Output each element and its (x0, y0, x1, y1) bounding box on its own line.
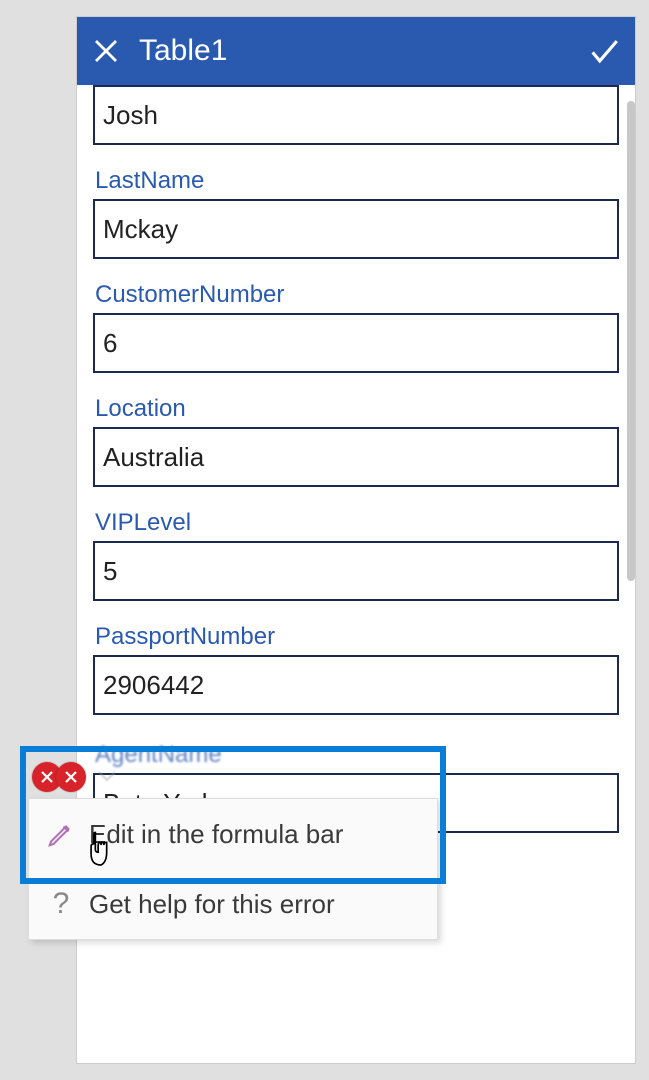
menu-get-help[interactable]: ? Get help for this error (29, 869, 437, 939)
field-firstname (93, 85, 619, 145)
viplevel-input[interactable] (93, 541, 619, 601)
firstname-input[interactable] (93, 85, 619, 145)
error-badge-icon[interactable] (56, 762, 86, 792)
close-icon[interactable] (91, 36, 121, 66)
field-passportnumber: PassportNumber (93, 623, 619, 715)
passportnumber-input[interactable] (93, 655, 619, 715)
error-context-menu: Edit in the formula bar ? Get help for t… (28, 798, 438, 940)
field-location: Location (93, 395, 619, 487)
pencil-icon (43, 819, 79, 849)
location-input[interactable] (93, 427, 619, 487)
customernumber-input[interactable] (93, 313, 619, 373)
header-bar: Table1 (77, 17, 635, 85)
menu-edit-formula-label: Edit in the formula bar (89, 819, 343, 850)
header-title: Table1 (139, 34, 587, 68)
scrollbar-thumb[interactable] (627, 101, 635, 581)
question-icon: ? (43, 889, 79, 919)
viplevel-label: VIPLevel (93, 509, 619, 537)
field-customernumber: CustomerNumber (93, 281, 619, 373)
chevron-down-icon (96, 768, 118, 784)
check-icon[interactable] (587, 34, 621, 68)
error-badges (32, 762, 80, 792)
lastname-label: LastName (93, 167, 619, 195)
menu-get-help-label: Get help for this error (89, 889, 335, 920)
location-label: Location (93, 395, 619, 423)
field-viplevel: VIPLevel (93, 509, 619, 601)
menu-edit-formula[interactable]: Edit in the formula bar (29, 799, 437, 869)
field-lastname: LastName (93, 167, 619, 259)
customernumber-label: CustomerNumber (93, 281, 619, 309)
agentname-label: AgentName (93, 741, 619, 769)
passportnumber-label: PassportNumber (93, 623, 619, 651)
lastname-input[interactable] (93, 199, 619, 259)
form-body: LastName CustomerNumber Location VIPLeve… (77, 85, 635, 853)
